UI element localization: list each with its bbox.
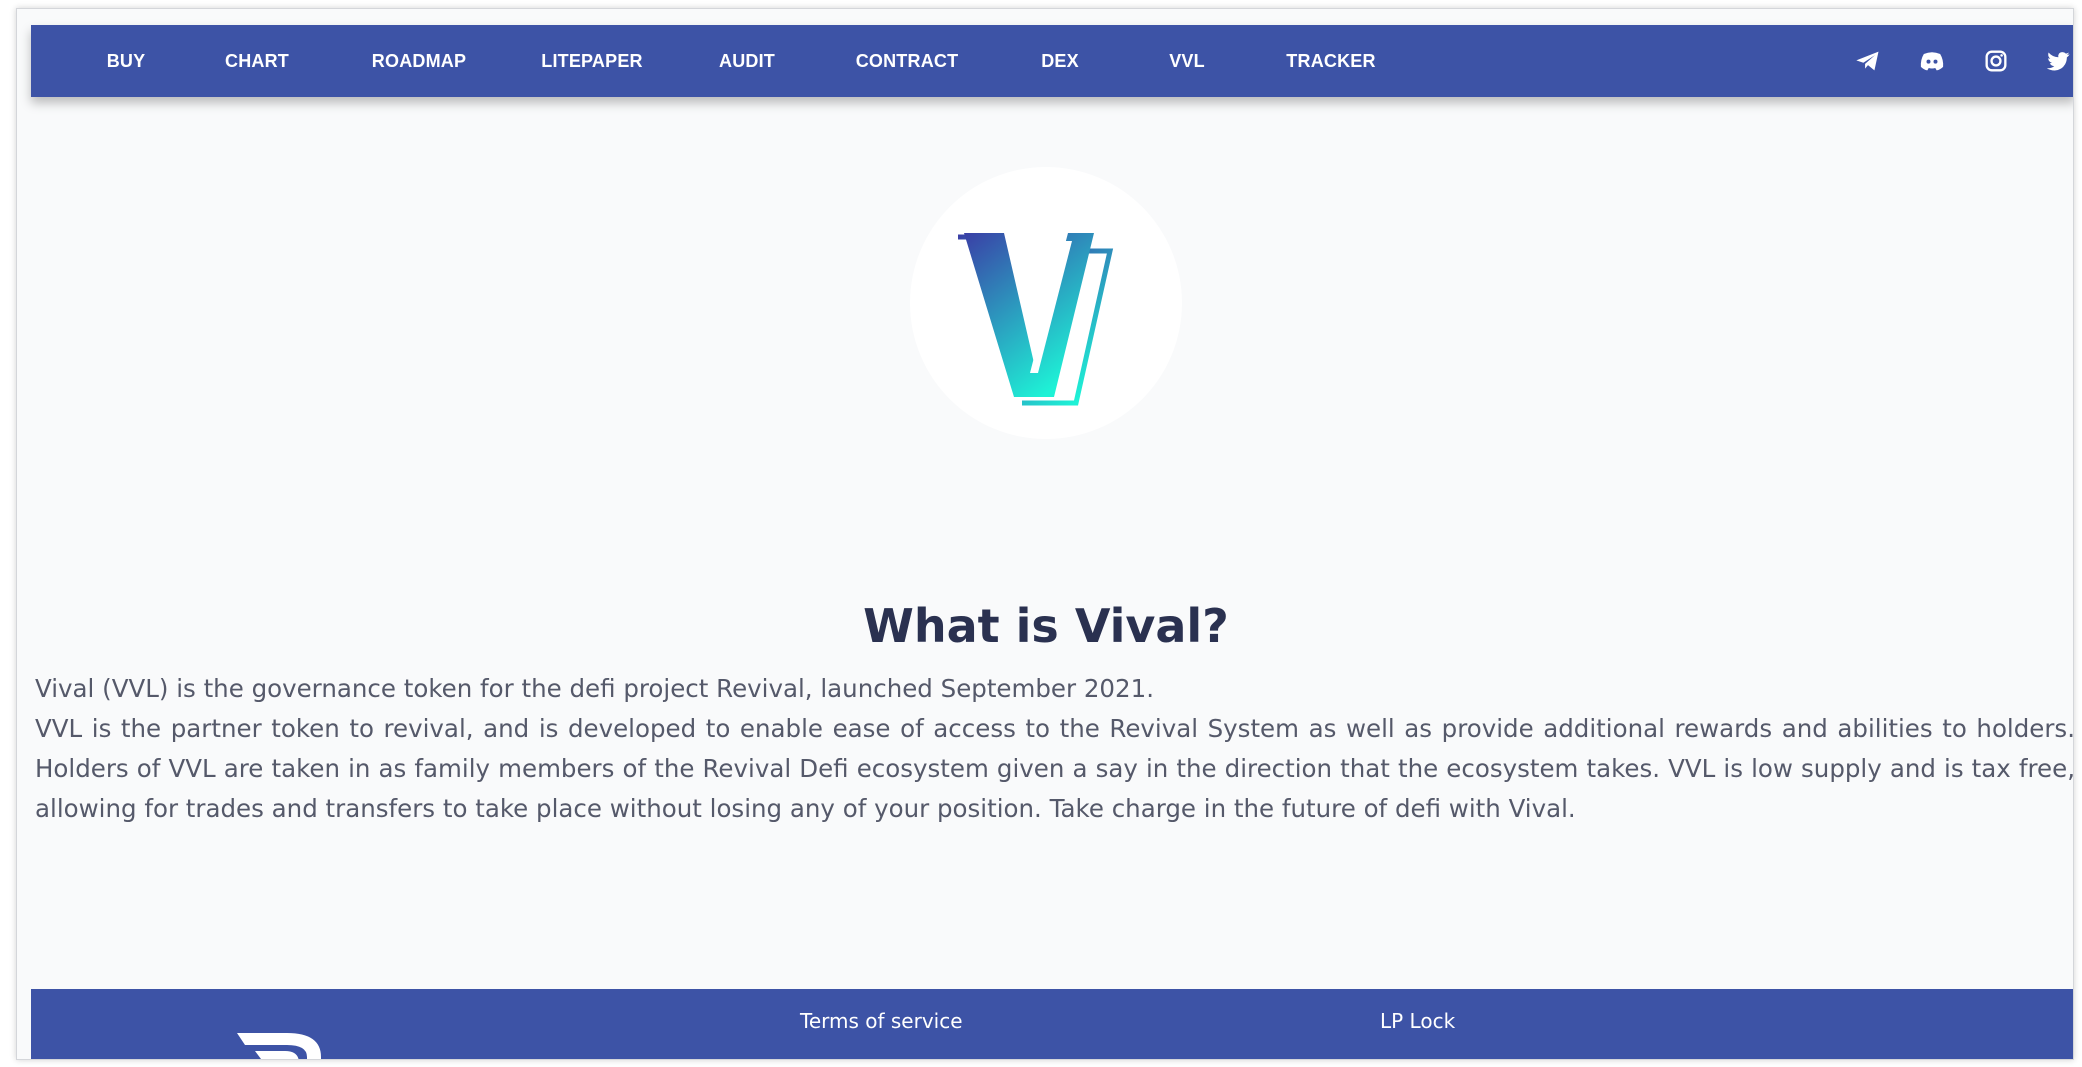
nav-chart[interactable]: CHART — [225, 25, 289, 97]
vival-logo — [910, 167, 1182, 439]
nav-dex[interactable]: DEX — [1041, 25, 1079, 97]
nav-roadmap[interactable]: ROADMAP — [372, 25, 466, 97]
footer-link-terms[interactable]: Terms of service — [800, 1009, 963, 1033]
nav-buy[interactable]: BUY — [107, 25, 146, 97]
telegram-icon[interactable] — [1853, 47, 1883, 75]
footer: Terms of service LP Lock — [31, 989, 2073, 1059]
page-frame: BUY CHART ROADMAP LITEPAPER AUDIT CONTRA… — [16, 8, 2074, 1060]
nav-contract[interactable]: CONTRACT — [856, 25, 959, 97]
nav-litepaper[interactable]: LITEPAPER — [541, 25, 642, 97]
twitter-icon[interactable] — [2043, 47, 2073, 75]
revival-logo — [231, 1027, 331, 1059]
nav-tracker[interactable]: TRACKER — [1286, 25, 1375, 97]
instagram-icon[interactable] — [1981, 47, 2011, 75]
nav-audit[interactable]: AUDIT — [719, 25, 775, 97]
discord-icon[interactable] — [1917, 47, 1947, 75]
description-paragraph: VVL is the partner token to revival, and… — [35, 714, 2074, 823]
footer-link-lp-lock[interactable]: LP Lock — [1380, 1009, 1455, 1033]
top-navbar: BUY CHART ROADMAP LITEPAPER AUDIT CONTRA… — [31, 25, 2073, 97]
nav-vvl[interactable]: VVL — [1169, 25, 1205, 97]
page-title: What is Vival? — [863, 599, 1229, 653]
intro-paragraph: Vival (VVL) is the governance token for … — [35, 674, 1154, 703]
